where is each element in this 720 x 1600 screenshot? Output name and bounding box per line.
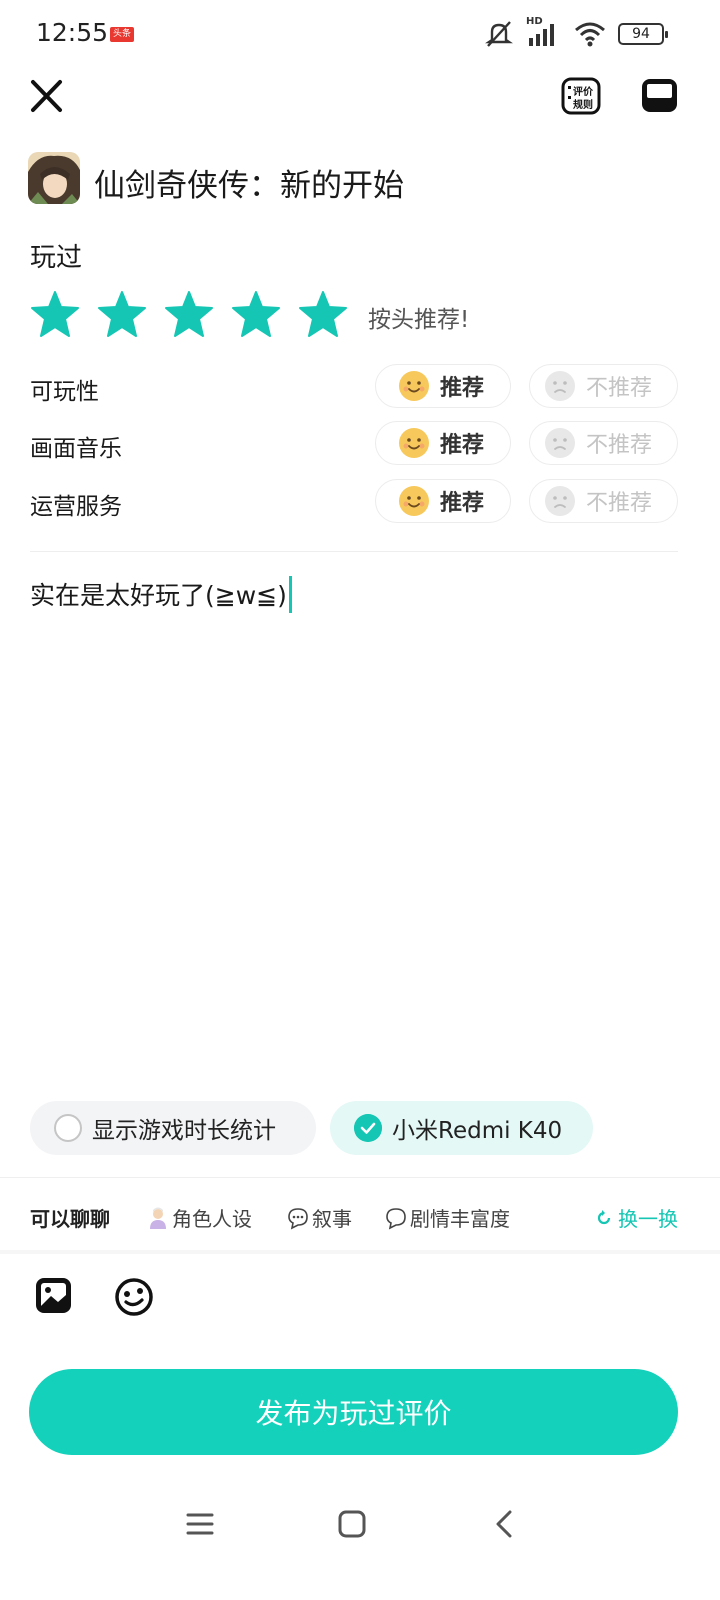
rating-label: 运营服务 <box>30 494 122 520</box>
notification-badge: 头条 <box>110 27 134 42</box>
rules-label-line2: 规则 <box>573 100 593 111</box>
topic-label: 剧情丰富度 <box>410 1207 510 1231</box>
not-recommend-label: 不推荐 <box>586 433 653 458</box>
signal-icon: HD <box>526 16 562 48</box>
star-3-icon[interactable] <box>164 290 214 338</box>
topic-label: 叙事 <box>312 1207 352 1231</box>
rating-row-graphics-music: 画面音乐 推荐 不推荐 <box>30 421 678 465</box>
close-button[interactable] <box>28 76 66 116</box>
rating-label: 画面音乐 <box>30 436 122 462</box>
star-2-icon[interactable] <box>97 290 147 338</box>
divider <box>30 551 678 552</box>
home-icon[interactable] <box>335 1507 369 1541</box>
divider <box>0 1177 720 1178</box>
review-rules-button[interactable]: 评价 规则 <box>560 76 602 116</box>
emoji-icon <box>115 1278 153 1316</box>
status-time: 12:55 <box>36 18 109 47</box>
rating-label: 可玩性 <box>30 379 99 405</box>
drafts-button[interactable] <box>640 76 680 116</box>
recommend-button[interactable]: 推荐 <box>375 364 511 408</box>
inbox-icon <box>642 79 677 112</box>
not-recommend-label: 不推荐 <box>586 491 653 516</box>
review-text-content: 实在是太好玩了(≧w≦) <box>30 581 287 610</box>
menu-icon[interactable] <box>183 1507 217 1541</box>
topic-label: 角色人设 <box>172 1207 252 1231</box>
not-recommend-button[interactable]: 不推荐 <box>529 479 678 523</box>
wifi-icon <box>575 22 605 47</box>
star-5-icon[interactable] <box>298 290 348 338</box>
battery-icon: 94 <box>618 23 668 45</box>
recommend-label: 推荐 <box>440 491 485 516</box>
person-emoji-icon <box>150 1207 166 1229</box>
smile-face-icon <box>399 486 429 516</box>
text-caret <box>288 575 292 613</box>
star-4-icon[interactable] <box>231 290 281 338</box>
close-icon <box>31 80 62 112</box>
topic-title: 可以聊聊 <box>30 1207 110 1231</box>
rating-row-playability: 可玩性 推荐 不推荐 <box>30 364 678 408</box>
star-rating[interactable] <box>30 290 348 338</box>
smile-face-icon <box>399 428 429 458</box>
topic-story-richness[interactable]: 剧情丰富度 <box>384 1203 510 1232</box>
sad-face-icon <box>545 371 575 401</box>
played-status-label: 玩过 <box>30 243 83 273</box>
status-icons: HD 94 <box>484 16 668 48</box>
not-recommend-button[interactable]: 不推荐 <box>529 421 678 465</box>
show-playtime-label: 显示游戏时长统计 <box>92 1118 276 1144</box>
recommend-label: 推荐 <box>440 433 485 458</box>
device-label: 小米Redmi K40 <box>392 1118 563 1144</box>
insert-emoji-button[interactable] <box>113 1276 155 1318</box>
recommend-label: 推荐 <box>440 376 485 401</box>
smile-face-icon <box>399 371 429 401</box>
recommend-button[interactable]: 推荐 <box>375 421 511 465</box>
device-toggle[interactable]: 小米Redmi K40 <box>330 1101 593 1155</box>
check-circle-icon <box>354 1114 382 1142</box>
not-recommend-label: 不推荐 <box>586 376 653 401</box>
section-separator <box>0 1250 720 1254</box>
refresh-topics-button[interactable]: 换一换 <box>594 1203 678 1232</box>
back-icon[interactable] <box>488 1507 522 1541</box>
review-textarea[interactable]: 实在是太好玩了(≧w≦) <box>30 575 292 616</box>
insert-image-button[interactable] <box>34 1276 76 1318</box>
rating-row-operation-service: 运营服务 推荐 不推荐 <box>30 479 678 523</box>
mute-bell-icon <box>485 21 513 47</box>
star-comment: 按头推荐! <box>368 307 470 333</box>
sad-face-icon <box>545 486 575 516</box>
publish-button[interactable]: 发布为玩过评价 <box>29 1369 678 1455</box>
game-icon <box>28 152 80 204</box>
refresh-icon <box>597 1209 611 1224</box>
refresh-label: 换一换 <box>618 1207 678 1231</box>
thought-bubble-icon <box>386 1207 406 1229</box>
topic-suggestions: 可以聊聊 角色人设 叙事 剧情丰富度 换一换 <box>30 1200 678 1234</box>
topic-character[interactable]: 角色人设 <box>146 1203 252 1232</box>
recommend-button[interactable]: 推荐 <box>375 479 511 523</box>
topic-narrative[interactable]: 叙事 <box>286 1203 352 1232</box>
speech-bubble-icon <box>288 1207 308 1229</box>
show-playtime-toggle[interactable]: 显示游戏时长统计 <box>30 1101 316 1155</box>
radio-unchecked-icon <box>54 1114 82 1142</box>
star-1-icon[interactable] <box>30 290 80 338</box>
game-title: 仙剑奇侠传：新的开始 <box>94 168 404 204</box>
system-nav-bar <box>0 1495 720 1555</box>
image-icon <box>36 1278 71 1313</box>
not-recommend-button[interactable]: 不推荐 <box>529 364 678 408</box>
sad-face-icon <box>545 428 575 458</box>
status-bar: 12:55 头条 HD 94 <box>0 0 720 70</box>
